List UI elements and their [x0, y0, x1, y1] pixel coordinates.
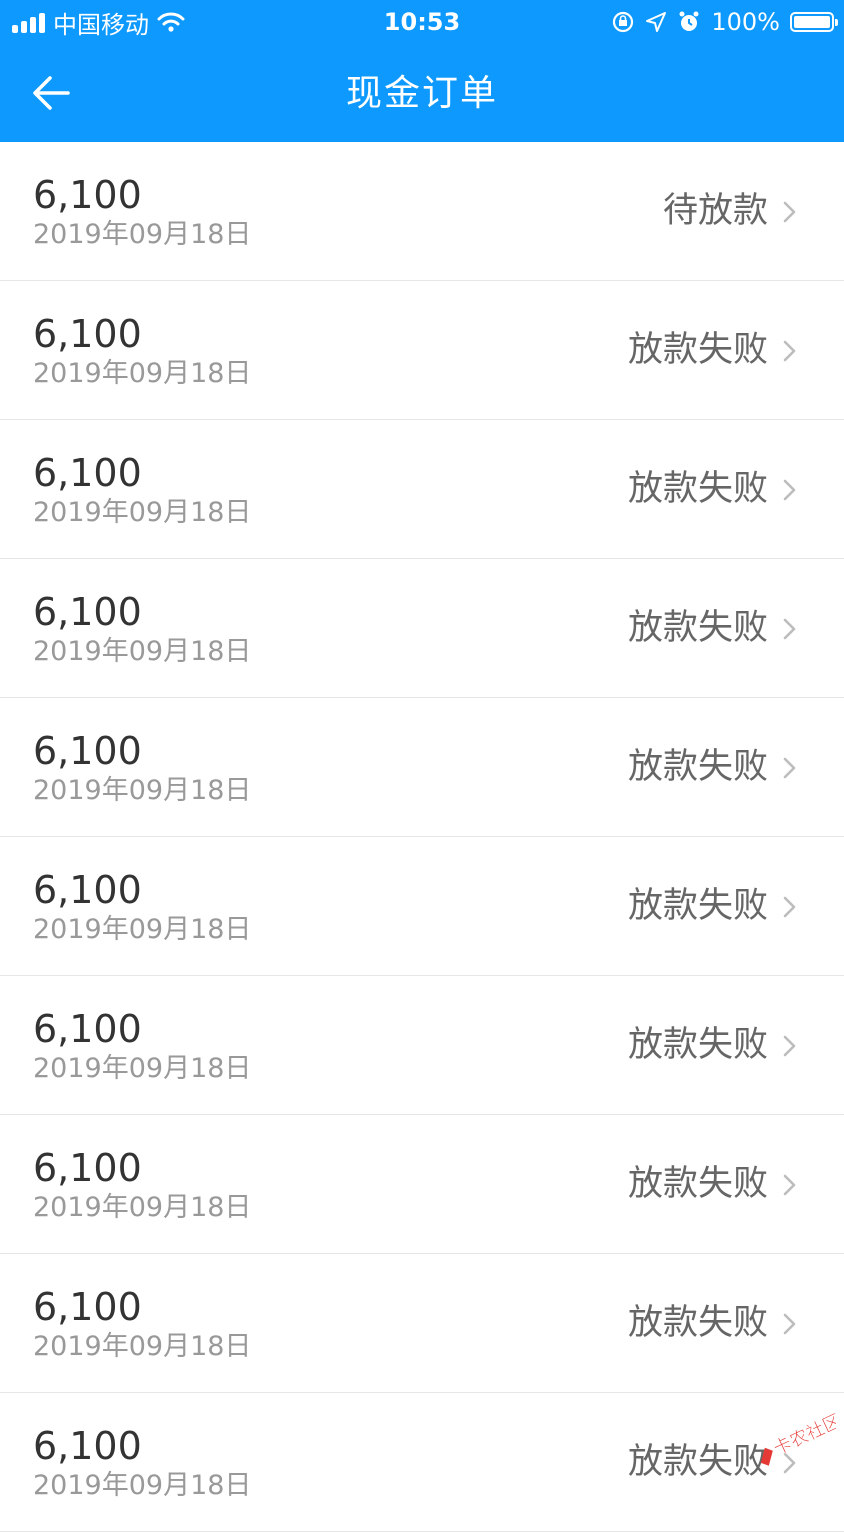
order-list: 6,100 2019年09月18日 待放款 6,100 2019年09月18日 放款失败 6… — [0, 142, 844, 1532]
order-amount: 6,100 — [33, 590, 142, 634]
order-status: 放款失败 — [627, 330, 768, 370]
order-date: 2019年09月18日 — [33, 914, 252, 945]
order-date: 2019年09月18日 — [33, 358, 252, 389]
order-amount: 6,100 — [33, 868, 142, 912]
order-amount: 6,100 — [33, 1285, 142, 1329]
order-row[interactable]: 6,100 2019年09月18日 放款失败 — [0, 837, 844, 976]
order-date: 2019年09月18日 — [33, 497, 252, 528]
order-amount: 6,100 — [33, 729, 142, 773]
order-row[interactable]: 6,100 2019年09月18日 放款失败 — [0, 976, 844, 1115]
order-date: 2019年09月18日 — [33, 636, 252, 667]
order-row[interactable]: 6,100 2019年09月18日 放款失败 — [0, 420, 844, 559]
order-amount: 6,100 — [33, 312, 142, 356]
order-date: 2019年09月18日 — [33, 1192, 252, 1223]
order-amount: 6,100 — [33, 1007, 142, 1051]
battery-icon — [790, 12, 838, 32]
order-date: 2019年09月18日 — [33, 219, 252, 250]
order-date: 2019年09月18日 — [33, 775, 252, 806]
order-status: 放款失败 — [627, 469, 768, 509]
order-status: 放款失败 — [627, 886, 768, 926]
order-row[interactable]: 6,100 2019年09月18日 放款失败 — [0, 698, 844, 837]
order-status: 待放款 — [662, 191, 768, 231]
order-row[interactable]: 6,100 2019年09月18日 放款失败 — [0, 559, 844, 698]
order-row[interactable]: 6,100 2019年09月18日 放款失败 — [0, 1393, 844, 1532]
chevron-right-icon — [783, 201, 796, 223]
order-status: 放款失败 — [627, 608, 768, 648]
location-icon — [646, 12, 667, 32]
chevron-right-icon — [783, 1313, 796, 1335]
page-title: 现金订单 — [345, 73, 498, 114]
status-bar-right: 100% — [611, 6, 838, 38]
order-amount: 6,100 — [33, 451, 142, 495]
order-row[interactable]: 6,100 2019年09月18日 放款失败 — [0, 1254, 844, 1393]
order-status: 放款失败 — [627, 1025, 768, 1065]
order-row[interactable]: 6,100 2019年09月18日 放款失败 — [0, 281, 844, 420]
order-row[interactable]: 6,100 2019年09月18日 待放款 — [0, 142, 844, 281]
chevron-right-icon — [783, 479, 796, 501]
order-amount: 6,100 — [33, 173, 142, 217]
order-status: 放款失败 — [627, 1164, 768, 1204]
order-date: 2019年09月18日 — [33, 1053, 252, 1084]
order-amount: 6,100 — [33, 1146, 142, 1190]
chevron-right-icon — [783, 340, 796, 362]
app-header: 中国移动 10:53 100% 现金订单 — [0, 0, 844, 142]
order-status: 放款失败 — [627, 747, 768, 787]
watermark-logo: 卡农社区 — [760, 1410, 836, 1466]
order-date: 2019年09月18日 — [33, 1470, 252, 1501]
chevron-right-icon — [783, 618, 796, 640]
nav-bar: 现金订单 — [0, 44, 844, 142]
status-bar: 中国移动 10:53 100% — [0, 0, 844, 44]
order-status: 放款失败 — [627, 1303, 768, 1343]
battery-percent: 100% — [711, 8, 780, 36]
watermark-text: 卡农社区 — [770, 1410, 836, 1459]
rotation-lock-icon — [613, 11, 634, 33]
order-date: 2019年09月18日 — [33, 1331, 252, 1362]
chevron-right-icon — [783, 757, 796, 779]
chevron-right-icon — [783, 1035, 796, 1057]
chevron-right-icon — [783, 896, 796, 918]
order-amount: 6,100 — [33, 1424, 142, 1468]
order-row[interactable]: 6,100 2019年09月18日 放款失败 — [0, 1115, 844, 1254]
chevron-right-icon — [783, 1174, 796, 1196]
alarm-icon — [679, 11, 699, 31]
